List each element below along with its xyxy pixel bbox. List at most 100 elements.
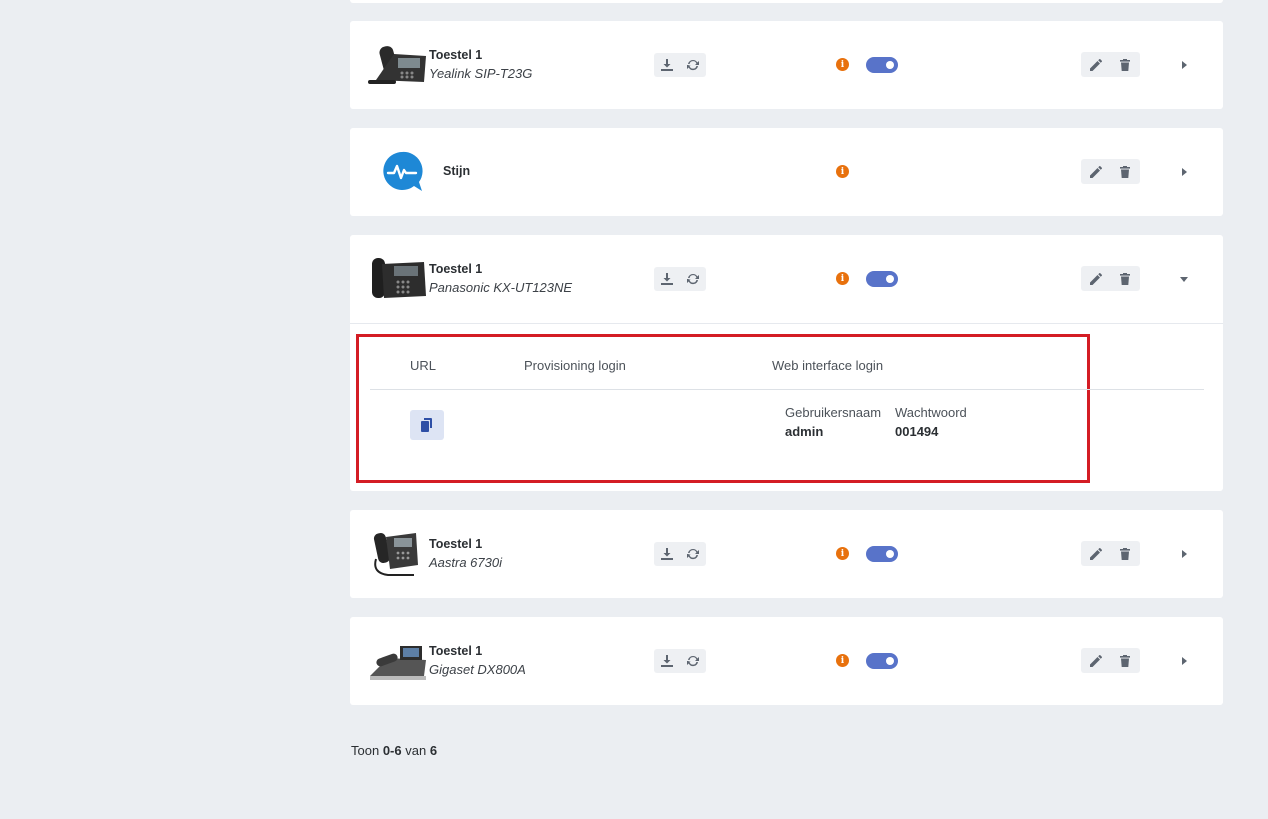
download-config-button[interactable]	[654, 267, 680, 291]
collapse-toggle[interactable]	[1178, 273, 1190, 285]
provision-buttons	[654, 542, 706, 566]
provision-buttons	[654, 53, 706, 77]
col-header-provisioning: Provisioning login	[524, 358, 626, 373]
desk-phone-image	[372, 258, 426, 298]
trash-icon	[1119, 58, 1130, 71]
device-detail-panel: URL Provisioning login Web interface log…	[350, 323, 1223, 491]
device-toggle[interactable]	[866, 271, 898, 287]
refresh-icon	[687, 655, 699, 667]
caret-right-icon	[1182, 550, 1187, 558]
device-model: Yealink SIP-T23G	[429, 66, 533, 81]
device-model: Gigaset DX800A	[429, 662, 526, 677]
pagination-middle: van	[405, 743, 427, 758]
trash-icon	[1119, 547, 1130, 560]
info-icon[interactable]: i	[836, 272, 849, 285]
pagination-range: 0-6	[382, 743, 402, 758]
softphone-app-icon	[383, 151, 423, 191]
info-icon[interactable]: i	[836, 654, 849, 667]
resync-button[interactable]	[680, 53, 706, 77]
edit-button[interactable]	[1081, 52, 1110, 77]
device-title: Stijn	[443, 164, 471, 178]
edit-button[interactable]	[1081, 541, 1110, 566]
delete-button[interactable]	[1110, 159, 1139, 184]
caret-right-icon	[1182, 168, 1187, 176]
device-row[interactable]: Toestel 1 Gigaset DX800A i	[350, 617, 1223, 705]
device-card-stijn: Stijn i	[350, 128, 1223, 216]
desk-phone-image	[368, 46, 426, 84]
refresh-icon	[687, 548, 699, 560]
device-toggle[interactable]	[866, 57, 898, 73]
username-value: admin	[785, 424, 824, 439]
delete-button[interactable]	[1110, 648, 1139, 673]
pencil-icon	[1089, 272, 1102, 285]
pencil-icon	[1089, 547, 1102, 560]
device-toggle[interactable]	[866, 653, 898, 669]
action-buttons	[1081, 52, 1140, 77]
caret-down-icon	[1180, 277, 1188, 282]
device-card-gigaset: Toestel 1 Gigaset DX800A i	[350, 617, 1223, 705]
trash-icon	[1119, 165, 1130, 178]
info-icon[interactable]: i	[836, 547, 849, 560]
action-buttons	[1081, 648, 1140, 673]
col-header-web-login: Web interface login	[772, 358, 884, 373]
device-toggle[interactable]	[866, 546, 898, 562]
device-model: Panasonic KX-UT123NE	[429, 280, 573, 295]
pagination-prefix: Toon	[351, 743, 380, 758]
delete-button[interactable]	[1110, 52, 1139, 77]
action-buttons	[1081, 266, 1140, 291]
expand-toggle[interactable]	[1178, 59, 1190, 71]
download-icon	[661, 59, 673, 71]
device-card-aastra: Toestel 1 Aastra 6730i i	[350, 510, 1223, 598]
download-config-button[interactable]	[654, 542, 680, 566]
caret-right-icon	[1182, 657, 1187, 665]
pencil-icon	[1089, 58, 1102, 71]
password-value: 001494	[895, 424, 939, 439]
desk-phone-image	[370, 646, 426, 680]
device-row[interactable]: Stijn i	[350, 128, 1223, 216]
provision-buttons	[654, 267, 706, 291]
download-config-button[interactable]	[654, 53, 680, 77]
resync-button[interactable]	[680, 649, 706, 673]
delete-button[interactable]	[1110, 541, 1139, 566]
download-icon	[661, 655, 673, 667]
expand-toggle[interactable]	[1178, 548, 1190, 560]
caret-right-icon	[1182, 61, 1187, 69]
info-icon[interactable]: i	[836, 165, 849, 178]
device-title: Toestel 1	[429, 48, 483, 62]
highlight-box	[356, 334, 1090, 483]
device-card-yealink: Toestel 1 Yealink SIP-T23G i	[350, 21, 1223, 109]
pencil-icon	[1089, 654, 1102, 667]
copy-url-button[interactable]	[410, 410, 444, 440]
device-row[interactable]: Toestel 1 Aastra 6730i i	[350, 510, 1223, 598]
expand-toggle[interactable]	[1178, 655, 1190, 667]
expand-toggle[interactable]	[1178, 166, 1190, 178]
device-title: Toestel 1	[429, 537, 483, 551]
header-divider	[370, 389, 1204, 390]
edit-button[interactable]	[1081, 159, 1110, 184]
download-icon	[661, 273, 673, 285]
edit-button[interactable]	[1081, 266, 1110, 291]
resync-button[interactable]	[680, 542, 706, 566]
action-buttons	[1081, 541, 1140, 566]
device-title: Toestel 1	[429, 644, 483, 658]
delete-button[interactable]	[1110, 266, 1139, 291]
edit-button[interactable]	[1081, 648, 1110, 673]
pencil-icon	[1089, 165, 1102, 178]
device-card-panasonic: Toestel 1 Panasonic KX-UT123NE i URL Pro…	[350, 235, 1223, 491]
refresh-icon	[687, 273, 699, 285]
info-icon[interactable]: i	[836, 58, 849, 71]
password-label: Wachtwoord	[895, 405, 967, 420]
previous-card-edge	[350, 0, 1223, 3]
download-icon	[661, 548, 673, 560]
col-header-url: URL	[410, 358, 437, 373]
action-buttons	[1081, 159, 1140, 184]
resync-button[interactable]	[680, 267, 706, 291]
pagination-summary: Toon 0-6 van 6	[351, 743, 437, 758]
pagination-total: 6	[429, 743, 438, 758]
trash-icon	[1119, 654, 1130, 667]
username-label: Gebruikersnaam	[785, 405, 882, 420]
device-row[interactable]: Toestel 1 Yealink SIP-T23G i	[350, 21, 1223, 109]
download-config-button[interactable]	[654, 649, 680, 673]
device-row[interactable]: Toestel 1 Panasonic KX-UT123NE i	[350, 235, 1223, 323]
provision-buttons	[654, 649, 706, 673]
